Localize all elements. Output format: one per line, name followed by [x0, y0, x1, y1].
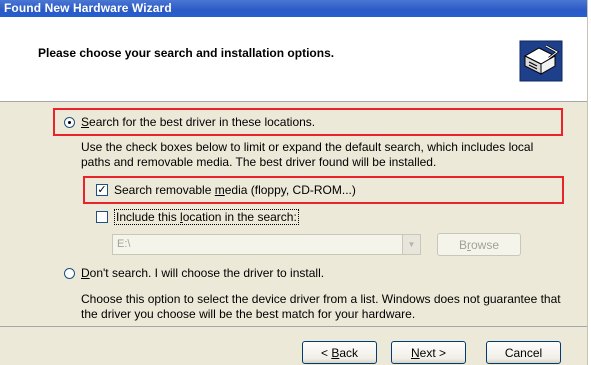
- dont-search-radio-option[interactable]: Don't search. I will choose the driver t…: [64, 266, 324, 280]
- next-button[interactable]: Next >: [391, 341, 466, 364]
- include-location-checkbox[interactable]: [96, 211, 108, 223]
- footer-divider: [0, 326, 587, 327]
- include-location-label: Include this location in the search:: [114, 209, 299, 225]
- back-button[interactable]: < Back: [302, 341, 377, 364]
- removable-media-label: Search removable media (floppy, CD-ROM..…: [114, 183, 356, 197]
- window-title: Found New Hardware Wizard: [4, 1, 172, 15]
- header-title: Please choose your search and installati…: [38, 46, 335, 60]
- browse-button[interactable]: Br owse: [437, 233, 521, 256]
- hardware-wizard-icon: [519, 40, 563, 82]
- title-bar[interactable]: Found New Hardware Wizard: [0, 0, 587, 17]
- wizard-window: Found New Hardware Wizard Please choose …: [0, 0, 588, 365]
- cancel-button[interactable]: Cancel: [486, 341, 561, 364]
- search-radio[interactable]: [64, 116, 75, 128]
- location-combobox[interactable]: E:\ ▼: [112, 234, 421, 255]
- wizard-header: Please choose your search and installati…: [0, 17, 587, 102]
- removable-media-checkbox[interactable]: ✓: [96, 184, 108, 196]
- search-option-label: Search for the best driver in these loca…: [81, 115, 316, 129]
- search-option-description: Use the check boxes below to limit or ex…: [81, 140, 534, 169]
- dont-search-radio[interactable]: [64, 267, 75, 279]
- chevron-down-icon[interactable]: ▼: [402, 235, 420, 254]
- dont-search-description: Choose this option to select the device …: [81, 292, 561, 321]
- search-radio-option[interactable]: Search for the best driver in these loca…: [64, 115, 315, 129]
- include-location-option[interactable]: Include this location in the search:: [96, 209, 299, 225]
- dont-search-label: Don't search. I will choose the driver t…: [81, 266, 325, 280]
- removable-media-option[interactable]: ✓ Search removable media (floppy, CD-ROM…: [96, 183, 356, 197]
- location-value: E:\: [117, 238, 131, 250]
